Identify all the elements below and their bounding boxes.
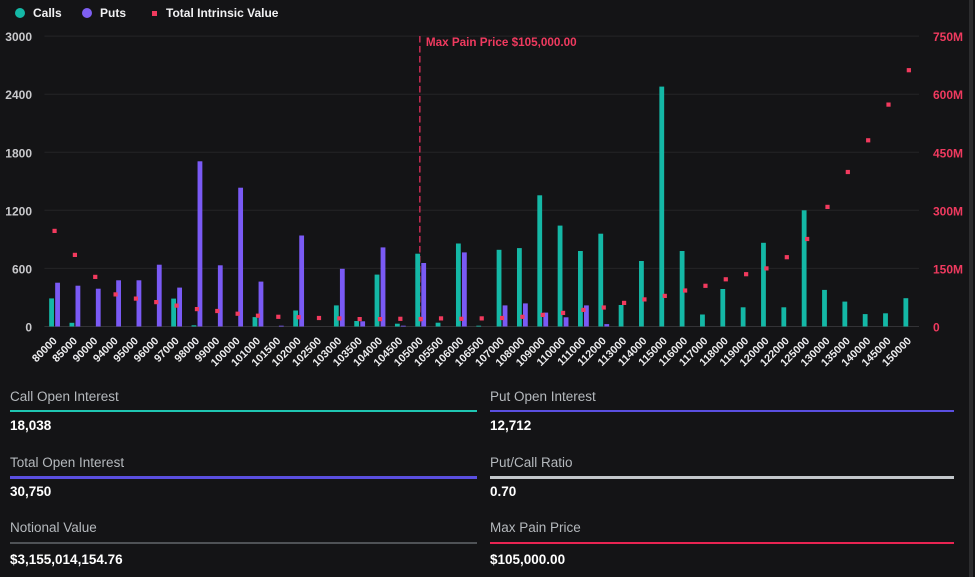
- svg-text:750M: 750M: [933, 30, 963, 44]
- svg-text:600M: 600M: [933, 88, 963, 102]
- svg-text:600: 600: [12, 262, 32, 276]
- svg-text:450M: 450M: [933, 146, 963, 160]
- svg-text:300M: 300M: [933, 204, 963, 218]
- svg-text:2400: 2400: [5, 88, 32, 102]
- svg-text:Max Pain Price $105,000.00: Max Pain Price $105,000.00: [426, 36, 577, 49]
- svg-text:1800: 1800: [5, 146, 32, 160]
- svg-text:3000: 3000: [5, 30, 32, 44]
- svg-text:150M: 150M: [933, 262, 963, 276]
- svg-text:0: 0: [25, 321, 32, 335]
- svg-text:0: 0: [933, 321, 940, 335]
- svg-text:1200: 1200: [5, 204, 32, 218]
